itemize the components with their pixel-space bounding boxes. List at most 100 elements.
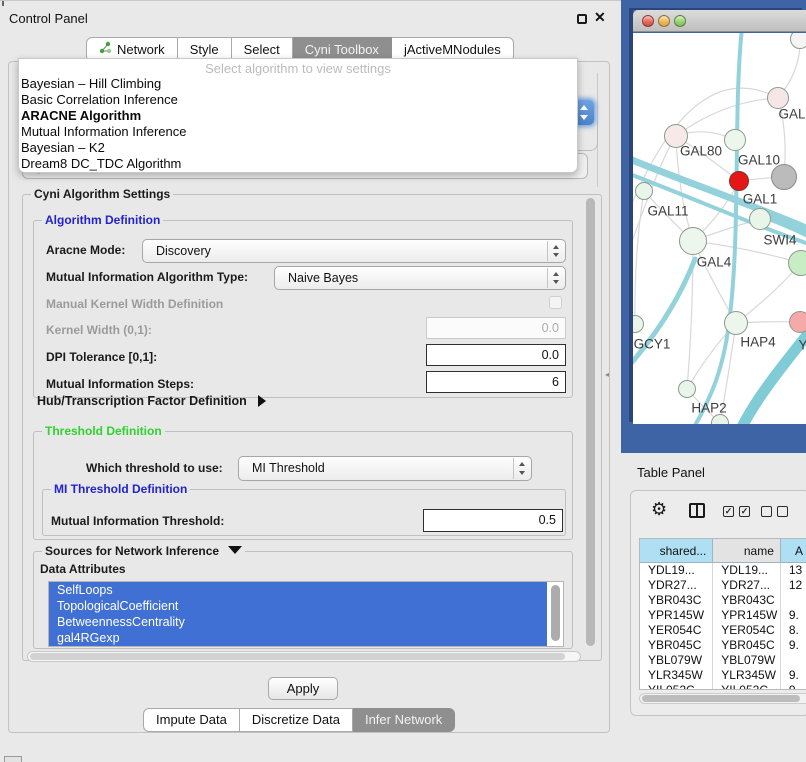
- which-threshold-combo[interactable]: MI Threshold: [238, 456, 532, 481]
- table-horizontal-scrollbar[interactable]: [639, 693, 806, 704]
- algorithm-item[interactable]: ARACNE Algorithm: [19, 108, 577, 124]
- data-attribute-item[interactable]: TopologicalCoefficient: [49, 598, 547, 614]
- table-row[interactable]: YDL19...YDL19...13: [640, 563, 806, 578]
- control-panel: Control Panel ✕ NetworkStyleSelectCyni T…: [0, 0, 621, 762]
- list-scrollbar[interactable]: [551, 585, 560, 641]
- table-cell: YIL052C: [640, 683, 713, 690]
- aracne-mode-combo[interactable]: Discovery: [142, 239, 566, 263]
- table-header-row: shared... name A: [640, 539, 806, 563]
- screenshot-stage: Control Panel ✕ NetworkStyleSelectCyni T…: [0, 0, 806, 762]
- window-minimize-button[interactable]: [658, 15, 670, 27]
- node-hap4[interactable]: [724, 311, 748, 335]
- table-row[interactable]: YPR145WYPR145W9.: [640, 608, 806, 623]
- apply-button[interactable]: Apply: [268, 677, 338, 700]
- data-attribute-item[interactable]: gal4RGexp: [49, 630, 547, 646]
- tab-infer-network[interactable]: Infer Network: [353, 708, 455, 732]
- mi-steps-field[interactable]: 6: [426, 371, 566, 393]
- algorithm-item[interactable]: Mutual Information Inference: [19, 124, 577, 140]
- split-view-icon[interactable]: [689, 503, 705, 518]
- window-close-button[interactable]: [642, 15, 654, 27]
- manual-kernel-checkbox[interactable]: [549, 296, 562, 309]
- node-hap2[interactable]: [678, 380, 696, 398]
- tab-discretize-data[interactable]: Discretize Data: [240, 708, 353, 732]
- tab-impute-data[interactable]: Impute Data: [143, 708, 240, 732]
- table-cell: YLR345W: [713, 668, 781, 683]
- chevron-updown-icon[interactable]: [547, 241, 564, 261]
- node-y[interactable]: [789, 311, 806, 333]
- node-gal1[interactable]: [749, 208, 771, 230]
- table-row[interactable]: YBR045CYBR045C9.: [640, 638, 806, 653]
- network-canvas[interactable]: GALGAL80GAL10GAL1GAL11GAL4SWI4GCY1HAP4YH…: [633, 33, 806, 424]
- data-attribute-item[interactable]: BetweennessCentrality: [49, 614, 547, 630]
- table-cell: YDL19...: [713, 563, 781, 578]
- node[interactable]: [771, 164, 797, 190]
- node-gal11[interactable]: [635, 182, 653, 200]
- sources-title[interactable]: Sources for Network Inference: [42, 544, 245, 558]
- node-table[interactable]: shared... name A YDL19...YDL19...13YDR27…: [639, 538, 806, 690]
- table-cell: 9.: [781, 638, 806, 653]
- table-cell: 12: [781, 578, 806, 593]
- minimized-panel-icon[interactable]: [4, 756, 22, 762]
- table-row[interactable]: YIL052CYIL052C9: [640, 683, 806, 690]
- table-row[interactable]: YBR043CYBR043C: [640, 593, 806, 608]
- mi-threshold-group: MI Threshold Definition Mutual Informati…: [42, 489, 566, 536]
- node-label: GAL10: [738, 153, 780, 168]
- mi-type-combo[interactable]: Naive Bayes: [274, 266, 566, 290]
- float-panel-icon[interactable]: [577, 14, 587, 24]
- algorithm-item[interactable]: Dream8 DC_TDC Algorithm: [19, 156, 577, 172]
- table-cell: [781, 653, 806, 668]
- mi-type-value: Naive Bayes: [288, 271, 358, 285]
- column-header-shared[interactable]: shared...: [640, 539, 713, 563]
- algorithm-item[interactable]: Basic Correlation Inference: [19, 92, 577, 108]
- splitter-handle[interactable]: ◂: [605, 370, 610, 378]
- manual-kernel-label: Manual Kernel Width Definition: [46, 297, 223, 311]
- which-threshold-label: Which threshold to use:: [86, 461, 223, 475]
- table-row[interactable]: YDR27...YDR27...12: [640, 578, 806, 593]
- network-window-titlebar[interactable]: [633, 10, 806, 32]
- table-cell: 13: [781, 563, 806, 578]
- algorithm-definition-title: Algorithm Definition: [42, 213, 163, 227]
- settings-vertical-scrollbar[interactable]: [586, 198, 595, 646]
- table-row[interactable]: YER054CYER054C8.: [640, 623, 806, 638]
- node-gal10[interactable]: [724, 129, 746, 151]
- network-icon: [99, 41, 112, 57]
- unchecked-checkbox-icon[interactable]: [761, 506, 772, 517]
- data-attributes-list[interactable]: SelfLoopsTopologicalCoefficientBetweenne…: [48, 581, 564, 647]
- settings-horizontal-scrollbar[interactable]: [27, 651, 581, 662]
- table-cell: [781, 593, 806, 608]
- tab-label: Cyni Toolbox: [305, 42, 379, 57]
- checked-checkbox-icon[interactable]: ✓: [723, 506, 734, 517]
- unchecked-checkbox-icon[interactable]: [777, 506, 788, 517]
- checked-checkbox-icon[interactable]: ✓: [739, 506, 750, 517]
- dpi-tolerance-field[interactable]: 0.0: [426, 344, 566, 366]
- mi-type-label: Mutual Information Algorithm Type:: [46, 270, 248, 284]
- column-header-name[interactable]: name: [713, 539, 781, 563]
- gear-icon[interactable]: ⚙: [651, 499, 667, 520]
- node[interactable]: [729, 171, 749, 191]
- panel-title: Control Panel: [9, 11, 88, 26]
- node-label: GAL11: [647, 204, 688, 219]
- threshold-definition-title: Threshold Definition: [42, 424, 165, 438]
- close-icon[interactable]: ✕: [594, 9, 606, 26]
- tab-label: Impute Data: [156, 712, 227, 727]
- algorithm-item[interactable]: Bayesian – K2: [19, 140, 577, 156]
- mi-threshold-field[interactable]: 0.5: [423, 509, 563, 532]
- chevron-updown-icon[interactable]: [513, 458, 530, 479]
- chevron-updown-icon[interactable]: [547, 268, 564, 288]
- table-row[interactable]: YLR345WYLR345W9.: [640, 668, 806, 683]
- table-panel-title: Table Panel: [637, 465, 705, 480]
- table-row[interactable]: YBL079WYBL079W: [640, 653, 806, 668]
- node-gal4[interactable]: [679, 227, 707, 255]
- hub-definition-expander[interactable]: Hub/Transcription Factor Definition: [37, 394, 266, 408]
- table-cell: YER054C: [713, 623, 781, 638]
- window-zoom-button[interactable]: [674, 15, 686, 27]
- table-cell: YBR045C: [713, 638, 781, 653]
- kernel-width-field[interactable]: 0.0: [426, 317, 566, 339]
- data-attribute-item[interactable]: SelfLoops: [49, 582, 547, 598]
- control-panel-titlebar: Control Panel ✕: [0, 5, 621, 31]
- sources-title-text: Sources for Network Inference: [45, 544, 219, 558]
- data-attributes-label: Data Attributes: [40, 562, 126, 576]
- table-cell: YIL052C: [713, 683, 781, 690]
- algorithm-item[interactable]: Bayesian – Hill Climbing: [19, 76, 577, 92]
- column-header-partial[interactable]: A: [781, 539, 806, 563]
